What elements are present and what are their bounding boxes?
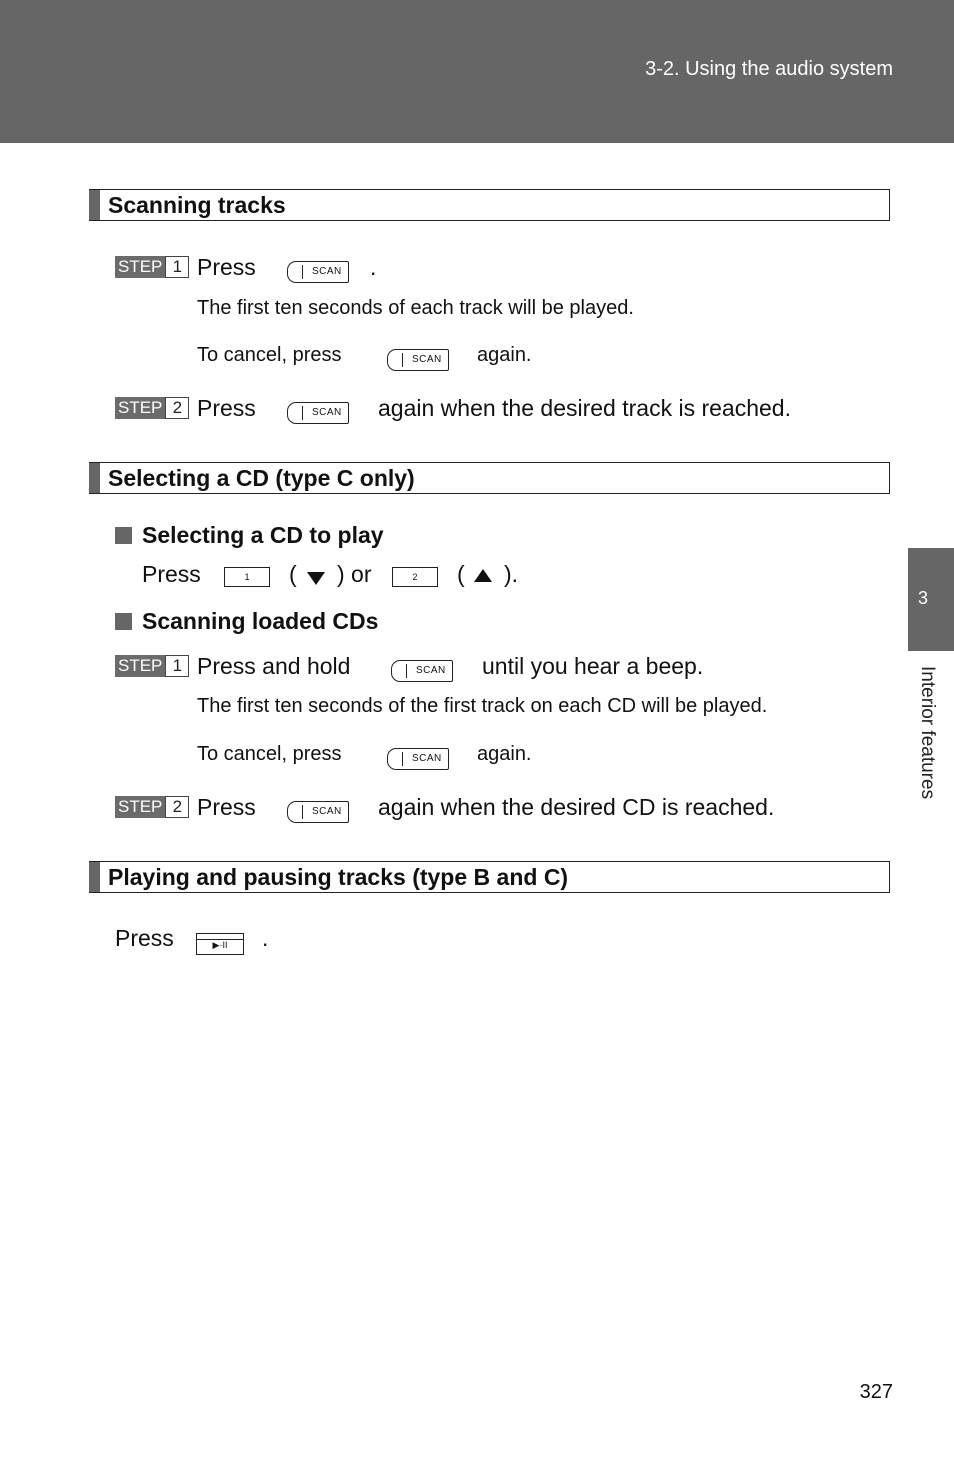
square-bullet-icon [115,613,132,630]
step-badge: STEP 1 [115,256,190,278]
note: The first ten seconds of the first track… [197,695,768,717]
scan-button-icon: SCAN [287,261,349,283]
scan-button-icon: SCAN [287,801,349,823]
section-title: Scanning tracks [108,192,286,218]
section-title: Selecting a CD (type C only) [108,465,415,491]
square-bullet-icon [115,527,132,544]
step-text: Press [197,254,256,280]
up-arrow-icon [474,567,492,585]
scan-button-icon: SCAN [387,349,449,371]
step-badge: STEP 2 [115,397,190,419]
section-header-playing-pausing: Playing and pausing tracks (type B and C… [89,861,890,893]
chapter-tab-label: Interior features [917,666,938,800]
scan-button-icon: SCAN [387,748,449,770]
note: The first ten seconds of each track will… [197,297,634,319]
scan-button-icon: SCAN [287,402,349,424]
play-pause-button-icon: ▶·II [196,933,244,955]
cancel-note: To cancel, press [197,344,342,366]
scan-button-icon: SCAN [391,660,453,682]
subheading-scanning-cds: Scanning loaded CDs [115,608,378,635]
page-header: 3-2. Using the audio system [0,0,954,143]
chapter-tab: 3 [908,548,954,651]
subheading-selecting-cd: Selecting a CD to play [115,522,384,549]
disc-1-button-icon: 1 [224,567,270,587]
chapter-title: 3-2. Using the audio system [645,58,893,80]
section-header-scanning-tracks: Scanning tracks [89,189,890,221]
disc-2-button-icon: 2 [392,567,438,587]
page-number: 327 [859,1381,893,1403]
section-header-selecting-cd: Selecting a CD (type C only) [89,462,890,494]
step-badge: STEP 1 [115,655,190,677]
step-badge: STEP 2 [115,796,190,818]
down-arrow-icon [307,570,325,588]
section-title: Playing and pausing tracks (type B and C… [108,864,569,890]
